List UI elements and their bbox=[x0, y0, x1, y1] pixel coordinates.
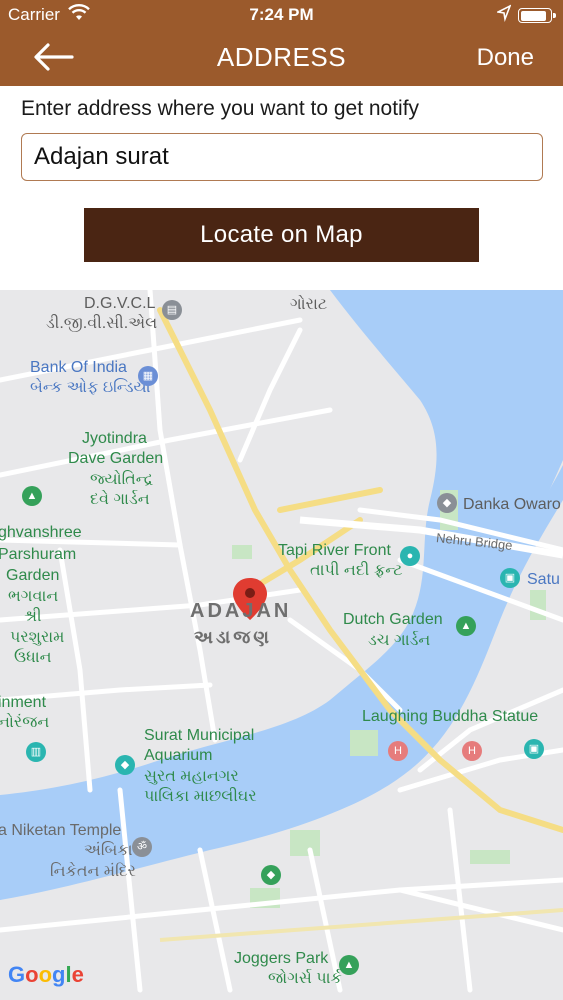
label-adajan-local: અડાજણ bbox=[194, 627, 273, 647]
label-tapi: Tapi River Front bbox=[278, 542, 391, 559]
bird-park-icon[interactable]: ◆ bbox=[261, 865, 281, 885]
temple-icon[interactable]: ॐ bbox=[132, 837, 152, 857]
address-input[interactable] bbox=[21, 133, 543, 181]
done-button[interactable]: Done bbox=[477, 44, 534, 72]
statue-icon[interactable]: ▣ bbox=[524, 739, 544, 759]
label-dgvcl-local: ડી.જી.વી.સી.એલ bbox=[46, 315, 158, 332]
nav-bar: ADDRESS Done bbox=[0, 30, 563, 86]
google-logo: Google bbox=[8, 962, 84, 987]
aquarium-icon[interactable]: ◆ bbox=[115, 755, 135, 775]
amusement-icon[interactable]: ▥ bbox=[26, 742, 46, 762]
battery-fill bbox=[520, 10, 547, 21]
park-icon[interactable]: ▲ bbox=[22, 486, 42, 506]
locate-on-map-button[interactable]: Locate on Map bbox=[84, 208, 479, 262]
label-aquarium-2: Aquarium bbox=[144, 747, 213, 764]
museum-icon[interactable]: ▣ bbox=[500, 568, 520, 588]
label-satu: Satu bbox=[527, 571, 560, 588]
label-niketan-local-2: નિકેતન મંદિર bbox=[50, 863, 136, 880]
label-aquarium-local-2: પાલિકા માછલીઘર bbox=[144, 788, 257, 805]
label-joggers: Joggers Park bbox=[234, 950, 329, 967]
label-dgvcl: D.G.V.C.L bbox=[84, 295, 156, 312]
label-raghu-local-3: પરશુરામ bbox=[10, 629, 65, 646]
label-jyotindra-local-1: જ્યોતિન્દ્ર bbox=[90, 471, 154, 488]
hospital-icon-1[interactable]: H bbox=[388, 741, 408, 761]
label-dutch-local: ડચ ગાર્ડન bbox=[368, 632, 431, 649]
label-raghu-local-1: ભગવાન bbox=[8, 588, 59, 605]
label-bank: Bank Of India bbox=[30, 359, 127, 376]
label-raghu-3: Garden bbox=[6, 567, 60, 584]
label-bank-local: બેન્ક ઓફ ઇન્ડિયા bbox=[30, 379, 151, 396]
label-jyotindra-local-2: દવે ગાર્ડન bbox=[90, 491, 150, 508]
label-raghu-1: ghvanshree bbox=[0, 524, 82, 541]
label-raghu-2: Parshuram bbox=[0, 546, 77, 563]
status-time: 7:24 PM bbox=[249, 5, 314, 24]
label-dutch: Dutch Garden bbox=[343, 611, 443, 628]
label-aquarium-local-1: સુરત મહાનગર bbox=[144, 768, 239, 785]
dutch-park-icon[interactable]: ▲ bbox=[456, 616, 476, 636]
building-icon[interactable]: ▤ bbox=[162, 300, 182, 320]
joggers-park-icon[interactable]: ▲ bbox=[339, 955, 359, 975]
label-raghu-local-2: શ્રી bbox=[24, 608, 42, 625]
label-joggers-local: જોગર્સ પાર્ક bbox=[268, 970, 342, 987]
label-niketan: a Niketan Temple bbox=[0, 822, 122, 839]
landmark-icon[interactable]: ◆ bbox=[437, 493, 457, 513]
label-tapi-local: તાપી નદી ફ્રન્ટ bbox=[310, 562, 403, 579]
label-inment: inment bbox=[0, 694, 47, 711]
address-prompt: Enter address where you want to get noti… bbox=[21, 97, 420, 120]
battery-icon bbox=[518, 8, 556, 23]
camera-icon[interactable]: ● bbox=[400, 546, 420, 566]
hospital-icon-2[interactable]: H bbox=[462, 741, 482, 761]
label-niketan-local-1: અંબિકા bbox=[84, 842, 133, 859]
bank-icon[interactable]: ▦ bbox=[138, 366, 158, 386]
label-raghu-local-4: ઉધાન bbox=[14, 649, 52, 666]
label-adajan: ADAJAN bbox=[190, 600, 292, 622]
label-laughing-buddha: Laughing Buddha Statue bbox=[362, 708, 539, 725]
label-aquarium-1: Surat Municipal bbox=[144, 727, 255, 744]
label-jyotindra-1: Jyotindra bbox=[82, 430, 147, 447]
label-gorat-local: ગોરાટ bbox=[290, 296, 328, 313]
label-danka: Danka Owaro bbox=[463, 496, 561, 513]
top-bar: Carrier 7:24 PM ADDRESS Done bbox=[0, 0, 563, 86]
label-inment-local: નોરંજન bbox=[0, 714, 50, 731]
location-arrow-icon bbox=[497, 4, 511, 22]
status-bar: Carrier 7:24 PM bbox=[0, 0, 563, 30]
label-jyotindra-2: Dave Garden bbox=[68, 450, 164, 467]
map-view[interactable]: D.G.V.C.L ડી.જી.વી.સી.એલ ▤ ગોરાટ Bank Of… bbox=[0, 290, 563, 1000]
